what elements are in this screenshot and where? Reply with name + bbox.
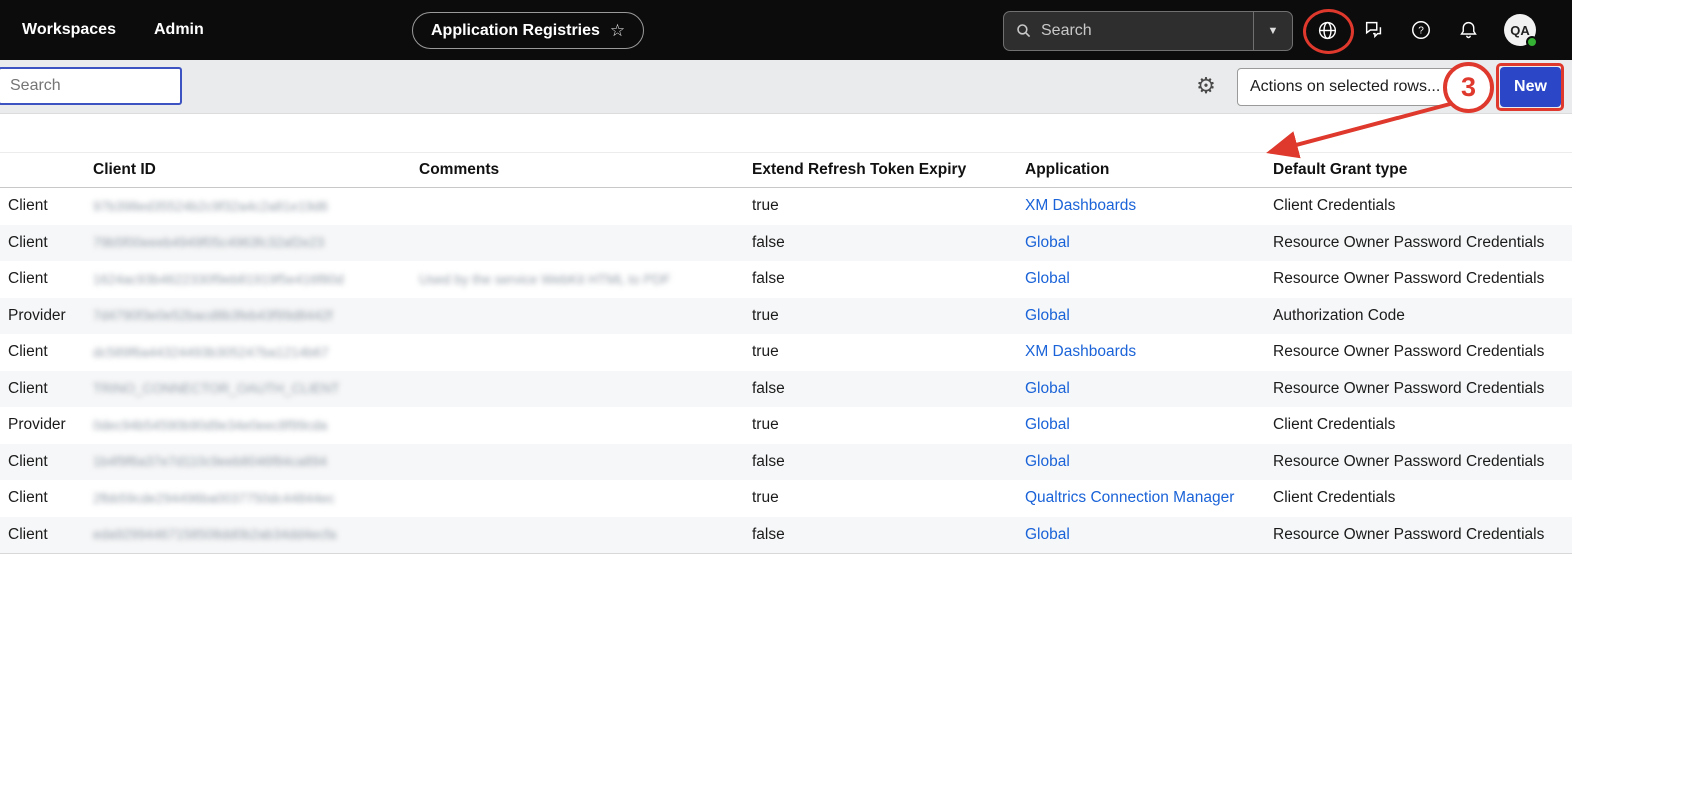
table-row[interactable]: Client97b398ed35524b2c9f32a4c2a81e19d6 tr… (0, 188, 1572, 225)
column-header: Application (1025, 161, 1273, 179)
application-link[interactable]: XM Dashboards (1025, 197, 1273, 215)
extend-refresh-cell: false (750, 234, 1025, 252)
extend-refresh-cell: true (750, 489, 1025, 507)
type-cell: Provider (0, 307, 93, 325)
application-link[interactable]: Global (1025, 416, 1273, 434)
grant-type-cell: Resource Owner Password Credentials (1273, 270, 1572, 288)
primary-nav: Workspaces Admin (22, 0, 204, 60)
table-search-input[interactable] (0, 67, 182, 105)
extend-refresh-cell: true (750, 197, 1025, 215)
application-link[interactable]: Global (1025, 453, 1273, 471)
registries-table: Client IDCommentsExtend Refresh Token Ex… (0, 152, 1572, 554)
table-row[interactable]: Client1b4f9f6a37e7d110c9eeb8046f84ca894 f… (0, 444, 1572, 481)
client-id-cell: 97b398ed35524b2c9f32a4c2a81e19d6 (93, 199, 419, 214)
type-cell: Client (0, 526, 93, 544)
table-row[interactable]: Client2fbb59cde294496ba0037750dc44844ec t… (0, 480, 1572, 517)
table-row[interactable]: Client1624ac93b4622330f9eb81919f5e416f80… (0, 261, 1572, 298)
favorite-star-icon[interactable]: ☆ (610, 22, 625, 39)
comments-cell: Used by the service WebKit HTML to PDF (419, 272, 750, 287)
avatar[interactable]: QA (1504, 14, 1536, 46)
table-body: Client97b398ed35524b2c9f32a4c2a81e19d6tr… (0, 188, 1572, 554)
svg-text:?: ? (1418, 26, 1424, 37)
column-header: Extend Refresh Token Expiry (750, 161, 1025, 179)
type-cell: Client (0, 453, 93, 471)
application-link[interactable]: Qualtrics Connection Manager (1025, 489, 1273, 507)
search-scope-dropdown[interactable]: ▼ (1253, 12, 1292, 50)
extend-refresh-cell: false (750, 380, 1025, 398)
client-id-cell: TRINO_CONNECTOR_OAUTH_CLIENT (93, 381, 419, 396)
topbar-icons: ? QA (1316, 0, 1536, 60)
client-id-cell: dc589f6a44324493b305247ba1214b67 (93, 345, 419, 360)
type-cell: Client (0, 380, 93, 398)
application-link[interactable]: Global (1025, 270, 1273, 288)
client-id-cell: 0dec94b54590b90d9e34e0eec8f99cda (93, 418, 419, 433)
application-link[interactable]: Global (1025, 234, 1273, 252)
grant-type-cell: Client Credentials (1273, 489, 1572, 507)
online-status-dot (1526, 36, 1538, 48)
table-row[interactable]: ClientTRINO_CONNECTOR_OAUTH_CLIENT falseG… (0, 371, 1572, 408)
table-header-row: Client IDCommentsExtend Refresh Token Ex… (0, 152, 1572, 188)
grant-type-cell: Authorization Code (1273, 307, 1572, 325)
nav-workspaces[interactable]: Workspaces (22, 21, 116, 39)
page-title-pill[interactable]: Application Registries ☆ (412, 12, 644, 49)
grant-type-cell: Resource Owner Password Credentials (1273, 380, 1572, 398)
application-link[interactable]: Global (1025, 380, 1273, 398)
grant-type-cell: Resource Owner Password Credentials (1273, 526, 1572, 544)
client-id-cell: 1624ac93b4622330f9eb81919f5e416f80d (93, 272, 419, 287)
column-header: Comments (419, 161, 750, 179)
extend-refresh-cell: true (750, 343, 1025, 361)
globe-icon[interactable] (1316, 19, 1338, 41)
grant-type-cell: Resource Owner Password Credentials (1273, 343, 1572, 361)
grant-type-cell: Resource Owner Password Credentials (1273, 453, 1572, 471)
client-id-cell: 7d4790f3e0e52bacd8b3feb43f99d8442f (93, 308, 419, 323)
table-row[interactable]: Provider0dec94b54590b90d9e34e0eec8f99cda… (0, 407, 1572, 444)
type-cell: Client (0, 197, 93, 215)
table-toolbar: ⚙ Actions on selected rows... New (0, 60, 1572, 114)
grant-type-cell: Client Credentials (1273, 416, 1572, 434)
table-row[interactable]: Provider7d4790f3e0e52bacd8b3feb43f99d844… (0, 298, 1572, 335)
nav-admin[interactable]: Admin (154, 21, 204, 39)
page-title: Application Registries (431, 22, 600, 40)
client-id-cell: eda92994467158508dd0b2ab34dd4ecfa (93, 527, 419, 542)
notifications-bell-icon[interactable] (1457, 19, 1479, 41)
grant-type-cell: Resource Owner Password Credentials (1273, 234, 1572, 252)
avatar-initials: QA (1510, 23, 1530, 38)
extend-refresh-cell: false (750, 270, 1025, 288)
extend-refresh-cell: false (750, 526, 1025, 544)
type-cell: Client (0, 234, 93, 252)
type-cell: Client (0, 270, 93, 288)
type-cell: Client (0, 489, 93, 507)
extend-refresh-cell: true (750, 416, 1025, 434)
new-button[interactable]: New (1500, 67, 1561, 107)
type-cell: Client (0, 343, 93, 361)
grant-type-cell: Client Credentials (1273, 197, 1572, 215)
application-link[interactable]: Global (1025, 526, 1273, 544)
help-icon[interactable]: ? (1410, 19, 1432, 41)
settings-gear-icon[interactable]: ⚙ (1192, 66, 1220, 106)
table-row[interactable]: Client79b5f00eeeb4949f05c4963fc32af2e23 f… (0, 225, 1572, 262)
client-id-cell: 79b5f00eeeb4949f05c4963fc32af2e23 (93, 235, 419, 250)
table-row[interactable]: Clienteda92994467158508dd0b2ab34dd4ecfa f… (0, 517, 1572, 554)
extend-refresh-cell: false (750, 453, 1025, 471)
column-header: Client ID (93, 161, 419, 179)
client-id-cell: 2fbb59cde294496ba0037750dc44844ec (93, 491, 419, 506)
search-icon (1016, 23, 1032, 39)
top-navigation-bar: Workspaces Admin Application Registries … (0, 0, 1572, 60)
type-cell: Provider (0, 416, 93, 434)
application-link[interactable]: XM Dashboards (1025, 343, 1273, 361)
application-registries-page: Workspaces Admin Application Registries … (0, 0, 1572, 792)
extend-refresh-cell: true (750, 307, 1025, 325)
feedback-chat-icon[interactable] (1363, 19, 1385, 41)
application-link[interactable]: Global (1025, 307, 1273, 325)
table-row[interactable]: Clientdc589f6a44324493b305247ba1214b67 tr… (0, 334, 1572, 371)
actions-dropdown-label: Actions on selected rows... (1250, 78, 1440, 96)
global-search-placeholder: Search (1041, 22, 1092, 40)
column-header: Default Grant type (1273, 161, 1572, 179)
global-search-box[interactable]: Search ▼ (1003, 11, 1293, 51)
client-id-cell: 1b4f9f6a37e7d110c9eeb8046f84ca894 (93, 454, 419, 469)
actions-dropdown[interactable]: Actions on selected rows... (1237, 68, 1480, 106)
